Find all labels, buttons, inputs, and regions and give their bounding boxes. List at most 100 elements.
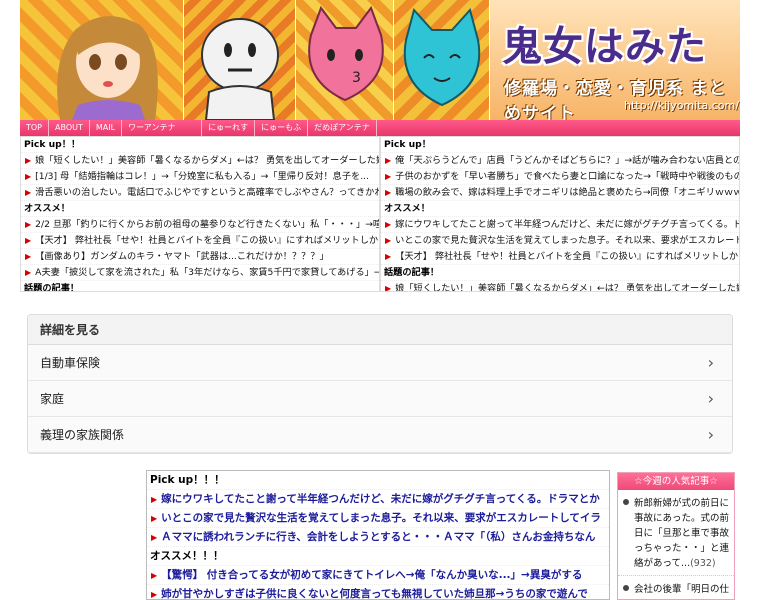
site-url: http://kijyomita.com/ [624,99,739,112]
topic-label: 家庭 [40,392,65,406]
article-link[interactable]: 2/2 旦那「釣りに行くからお前の祖母の墓参りなど行きたくない」私「・・・」→喧… [35,219,379,230]
banner-blue-cat [394,0,490,120]
arrow-right-icon: ▶ [25,188,32,197]
nav-about[interactable]: ABOUT [49,120,90,136]
article-link[interactable]: 俺「天ぷらうどんで」店員「うどんかそばどちらに？」→話が噛み合わない店員とのやり… [395,155,739,166]
article-link[interactable]: Ａママに誘われランチに行き、会計をしようとすると・・・Ａママ「（私）さんお金持ち… [161,531,595,543]
article-link[interactable]: 【天才】 弊社社長「せや！社員とバイトを全員『この扱い』にすればメリットしかない… [395,251,739,262]
article-link[interactable]: 【驚愕】 付き合ってる女が初めて家にきてトイレへ→俺「なんか臭いな...」→異臭… [161,569,582,581]
bullet-icon [623,499,629,505]
arrow-right-icon: ▶ [151,571,158,580]
arrow-right-icon: ▶ [25,172,32,181]
arrow-right-icon: ▶ [385,220,392,229]
list-item[interactable]: ▶ 子供のおかずを「早い者勝ち」で食べたら妻と口論になった→「戦時中や戦後のものが… [381,169,739,185]
headline-list-left: Pick up！！ ▶ 娘「短くしたい！」美容師「暑くなるからダメ」←は？ 勇気を… [20,136,380,292]
article-link[interactable]: 嫁にウワキしてたこと謝って半年経つんだけど、未だに嫁がグチグチ言ってくる。ドラマ… [395,219,739,230]
section-heading: オススメ！ [381,201,739,217]
ranking-title: ☆今週の人気記事☆ [618,473,734,490]
banner-girl-illustration [20,0,184,120]
chevron-right-icon: › [707,353,714,372]
arrow-right-icon: ▶ [151,590,158,599]
arrow-right-icon: ▶ [385,172,392,181]
nav-antenna-1[interactable]: ワーアンテナ [122,120,203,136]
arrow-right-icon: ▶ [25,268,32,277]
list-item[interactable]: ▶ 姉が甘やかしすぎは子供に良くないと何度言っても無視していた姉旦那→うちの家で遊… [147,585,609,599]
ranking-count: (932) [690,558,716,569]
topic-item[interactable]: 家庭 › [28,381,732,417]
ranking-item[interactable]: 会社の後輩「明日の仕 [618,576,734,599]
section-heading: Pick up！！！ [147,471,609,490]
section-heading: Pick up！！ [21,137,379,153]
ranking-link[interactable]: 会社の後輩「明日の仕 [634,584,729,595]
arrow-right-icon: ▶ [385,252,392,261]
bullet-icon [623,585,629,591]
weekly-ranking: ☆今週の人気記事☆ 新郎新婦が式の前日に事故にあった。式の前日に「旦那と車で事故… [617,472,735,600]
article-link[interactable]: 娘「短くしたい！」美容師「暑くなるからダメ」←は？ 勇気を出してオーダーした娘を… [395,283,739,291]
list-item[interactable]: ▶ 2/2 旦那「釣りに行くからお前の祖母の墓参りなど行きたくない」私「・・・」→… [21,217,379,233]
topic-item[interactable]: 義理の家族関係 › [28,417,732,453]
article-link[interactable]: A夫妻「披災して家を流された」私「3年だけなら、家賃5千円で家貸してあげる」→契… [35,267,379,278]
list-item[interactable]: ▶ [1/3] 母「結婚指輪はコレ！」→「分娩室に私も入る」→「里帰り反対！息子を… [21,169,379,185]
list-item[interactable]: ▶ 【天才】 弊社社長「せや！社員とバイトを全員『この扱い』にすればメリットしかな… [21,233,379,249]
section-heading: Pick up！ [381,137,739,153]
arrow-right-icon: ▶ [151,495,158,504]
related-topics-panel: 詳細を見る 自動車保険 › 家庭 › 義理の家族関係 › [27,314,733,454]
nav-antenna-2[interactable]: にゅーれす [202,120,256,136]
article-link[interactable]: 娘「短くしたい！」美容師「暑くなるからダメ」←は？ 勇気を出してオーダーした娘を… [35,155,379,166]
topic-label: 義理の家族関係 [40,428,125,442]
ranking-item[interactable]: 新郎新婦が式の前日に事故にあった。式の前日に「旦那と車で事故っちゃった・・」と連… [618,490,734,576]
list-item[interactable]: ▶ Ａママに誘われランチに行き、会計をしようとすると・・・Ａママ「（私）さんお金持… [147,528,609,547]
nav-antenna-4[interactable]: だめぽアンテナ [308,120,377,136]
banner-pink-cat: 3 [296,0,394,120]
list-item[interactable]: ▶ 【画像あり】ガンダムのキラ・ヤマト「武器は...これだけか！？？？」 [21,249,379,265]
article-link[interactable]: 【天才】 弊社社長「せや！社員とバイトを全員『この扱い』にすればメリットしかない… [35,235,379,246]
section-heading: 話題の記事！ [21,281,379,291]
article-link[interactable]: いとこの家で見た贅沢な生活を覚えてしまった息子。それ以来、要求がエスカレートして… [395,235,739,246]
section-heading: オススメ！！！ [147,547,609,566]
topic-item[interactable]: 自動車保険 › [28,345,732,381]
nav-mail[interactable]: MAIL [90,120,123,136]
article-link[interactable]: 嫁にウワキしてたこと謝って半年経つんだけど、未だに嫁がグチグチ言ってくる。ドラマ… [161,493,600,505]
headline-list-bottom: Pick up！！！ ▶ 嫁にウワキしてたこと謝って半年経つんだけど、未だに嫁がグ… [146,470,610,600]
section-heading: オススメ！ [21,201,379,217]
list-item[interactable]: ▶ 俺「天ぷらうどんで」店員「うどんかそばどちらに？」→話が噛み合わない店員とのや… [381,153,739,169]
topic-label: 自動車保険 [40,356,101,370]
list-item[interactable]: ▶ 娘「短くしたい！」美容師「暑くなるからダメ」←は？ 勇気を出してオーダーした娘… [381,281,739,292]
arrow-right-icon: ▶ [385,188,392,197]
chevron-right-icon: › [707,389,714,408]
article-link[interactable]: 【画像あり】ガンダムのキラ・ヤマト「武器は...これだけか！？？？」 [35,251,329,262]
list-item[interactable]: ▶ 娘「短くしたい！」美容師「暑くなるからダメ」←は？ 勇気を出してオーダーした娘… [21,153,379,169]
site-banner[interactable]: 3 鬼女はみた 修羅場・恋愛・育児系 まとめサイト http://kijyomi… [20,0,740,120]
arrow-right-icon: ▶ [25,220,32,229]
list-item[interactable]: ▶ いとこの家で見た贅沢な生活を覚えてしまった息子。それ以来、要求がエスカレートし… [147,509,609,528]
nav-top[interactable]: TOP [20,120,50,136]
site-logo[interactable]: 鬼女はみた 修羅場・恋愛・育児系 まとめサイト http://kijyomita… [490,0,740,120]
arrow-right-icon: ▶ [25,156,32,165]
article-link[interactable]: 滑舌悪いの治したい。電話口でふじやですというと高確率でしぶやさん？ってきかれる [35,187,379,198]
list-item[interactable]: ▶ A夫妻「披災して家を流された」私「3年だけなら、家賃5千円で家貸してあげる」→… [21,265,379,281]
article-link[interactable]: 姉が甘やかしすぎは子供に良くないと何度言っても無視していた姉旦那→うちの家で遊ん… [161,588,588,599]
chevron-right-icon: › [707,425,714,444]
site-subtitle: 修羅場・恋愛・育児系 まとめサイト [504,79,727,120]
article-link[interactable]: いとこの家で見た贅沢な生活を覚えてしまった息子。それ以来、要求がエスカレートして… [161,512,601,524]
article-link[interactable]: 職場の飲み会で、嫁は料理上手でオニギリは絶品と褒めたら→同僚「オニギリｗｗｗ」.… [395,187,739,198]
list-item[interactable]: ▶ 【驚愕】 付き合ってる女が初めて家にきてトイレへ→俺「なんか臭いな...」→異… [147,566,609,585]
banner-white-character [184,0,296,120]
arrow-right-icon: ▶ [385,236,392,245]
svg-text:3: 3 [352,70,361,86]
list-item[interactable]: ▶ いとこの家で見た贅沢な生活を覚えてしまった息子。それ以来、要求がエスカレートし… [381,233,739,249]
list-item[interactable]: ▶ 滑舌悪いの治したい。電話口でふじやですというと高確率でしぶやさん？ってきかれる [21,185,379,201]
list-item[interactable]: ▶ 嫁にウワキしてたこと謝って半年経つんだけど、未だに嫁がグチグチ言ってくる。ドラ… [381,217,739,233]
list-item[interactable]: ▶ 嫁にウワキしてたこと謝って半年経つんだけど、未だに嫁がグチグチ言ってくる。ドラ… [147,490,609,509]
top-nav: TOP ABOUT MAIL ワーアンテナ にゅーれす にゅーもふ だめぽアンテ… [20,120,740,136]
arrow-right-icon: ▶ [25,252,32,261]
nav-antenna-3[interactable]: にゅーもふ [255,120,309,136]
site-title: 鬼女はみた [502,23,707,70]
panel-title: 詳細を見る [28,315,732,345]
list-item[interactable]: ▶ 職場の飲み会で、嫁は料理上手でオニギリは絶品と褒めたら→同僚「オニギリｗｗｗ」… [381,185,739,201]
article-link[interactable]: [1/3] 母「結婚指輪はコレ！」→「分娩室に私も入る」→「里帰り反対！息子を.… [35,171,369,182]
article-link[interactable]: 子供のおかずを「早い者勝ち」で食べたら妻と口論になった→「戦時中や戦後のものがな… [395,171,739,182]
arrow-right-icon: ▶ [385,284,392,292]
list-item[interactable]: ▶ 【天才】 弊社社長「せや！社員とバイトを全員『この扱い』にすればメリットしかな… [381,249,739,265]
section-heading: 話題の記事！ [381,265,739,281]
